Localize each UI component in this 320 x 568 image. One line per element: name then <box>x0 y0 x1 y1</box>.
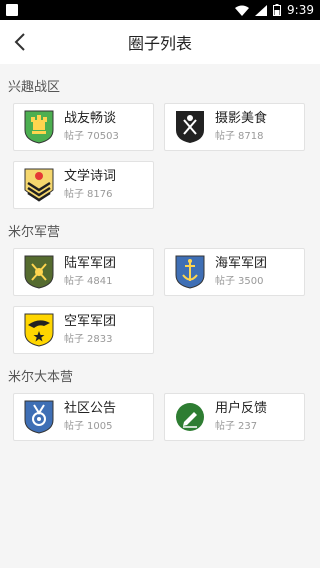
notification-icon <box>6 4 18 16</box>
pencil-circle-icon <box>176 403 204 431</box>
post-count: 帖子 237 <box>215 420 258 432</box>
chevron-rank-icon <box>24 168 54 202</box>
top-bar: 圈子列表 <box>0 20 320 64</box>
post-count: 帖子 70503 <box>64 130 119 142</box>
army-shield-icon <box>24 255 54 289</box>
navy-anchor-shield-icon <box>175 255 205 289</box>
battery-icon <box>273 4 282 16</box>
post-count: 帖子 8718 <box>215 130 264 142</box>
back-arrow-icon <box>14 33 25 51</box>
circle-name: 社区公告 <box>64 400 117 416</box>
signal-icon <box>255 4 268 16</box>
circle-name: 空军军团 <box>64 313 117 329</box>
circle-card[interactable]: 社区公告 帖子 1005 <box>13 393 154 441</box>
section-grid: 陆军军团 帖子 4841 海军军团 帖子 3500 空军军团 帖子 2833 <box>0 248 320 354</box>
wifi-icon <box>235 5 250 16</box>
status-time: 9:39 <box>287 3 314 17</box>
circle-name: 文学诗词 <box>64 168 117 184</box>
post-count: 帖子 8176 <box>64 188 113 200</box>
circle-name: 海军军团 <box>215 255 268 271</box>
section-grid: 社区公告 帖子 1005 用户反馈 帖子 237 <box>0 393 320 441</box>
medal-shield-icon <box>24 400 54 434</box>
section-title: 米尔军营 <box>8 225 61 240</box>
circle-card[interactable]: 用户反馈 帖子 237 <box>164 393 305 441</box>
section-title: 兴趣战区 <box>8 80 61 95</box>
circle-card[interactable]: 文学诗词 帖子 8176 <box>13 161 154 209</box>
post-count: 帖子 1005 <box>64 420 113 432</box>
post-count: 帖子 2833 <box>64 333 113 345</box>
circle-name: 用户反馈 <box>215 400 268 416</box>
status-bar: 9:39 <box>0 0 320 20</box>
section-grid: 战友畅谈 帖子 70503 摄影美食 帖子 8718 文学诗词 帖子 8176 <box>0 103 320 209</box>
dining-shield-icon <box>176 111 204 143</box>
circle-card[interactable]: 战友畅谈 帖子 70503 <box>13 103 154 151</box>
circle-card[interactable]: 空军军团 帖子 2833 <box>13 306 154 354</box>
page-title: 圈子列表 <box>127 34 192 53</box>
back-button[interactable] <box>8 30 32 54</box>
air-force-eagle-shield-icon <box>24 313 54 347</box>
circle-card[interactable]: 摄影美食 帖子 8718 <box>164 103 305 151</box>
post-count: 帖子 4841 <box>64 275 113 287</box>
circle-name: 摄影美食 <box>215 110 268 126</box>
post-count: 帖子 3500 <box>215 275 264 287</box>
circle-name: 战友畅谈 <box>64 110 117 126</box>
circle-card[interactable]: 海军军团 帖子 3500 <box>164 248 305 296</box>
circle-card[interactable]: 陆军军团 帖子 4841 <box>13 248 154 296</box>
castle-shield-icon <box>24 110 54 144</box>
circle-name: 陆军军团 <box>64 255 117 271</box>
section-title: 米尔大本营 <box>8 370 74 385</box>
